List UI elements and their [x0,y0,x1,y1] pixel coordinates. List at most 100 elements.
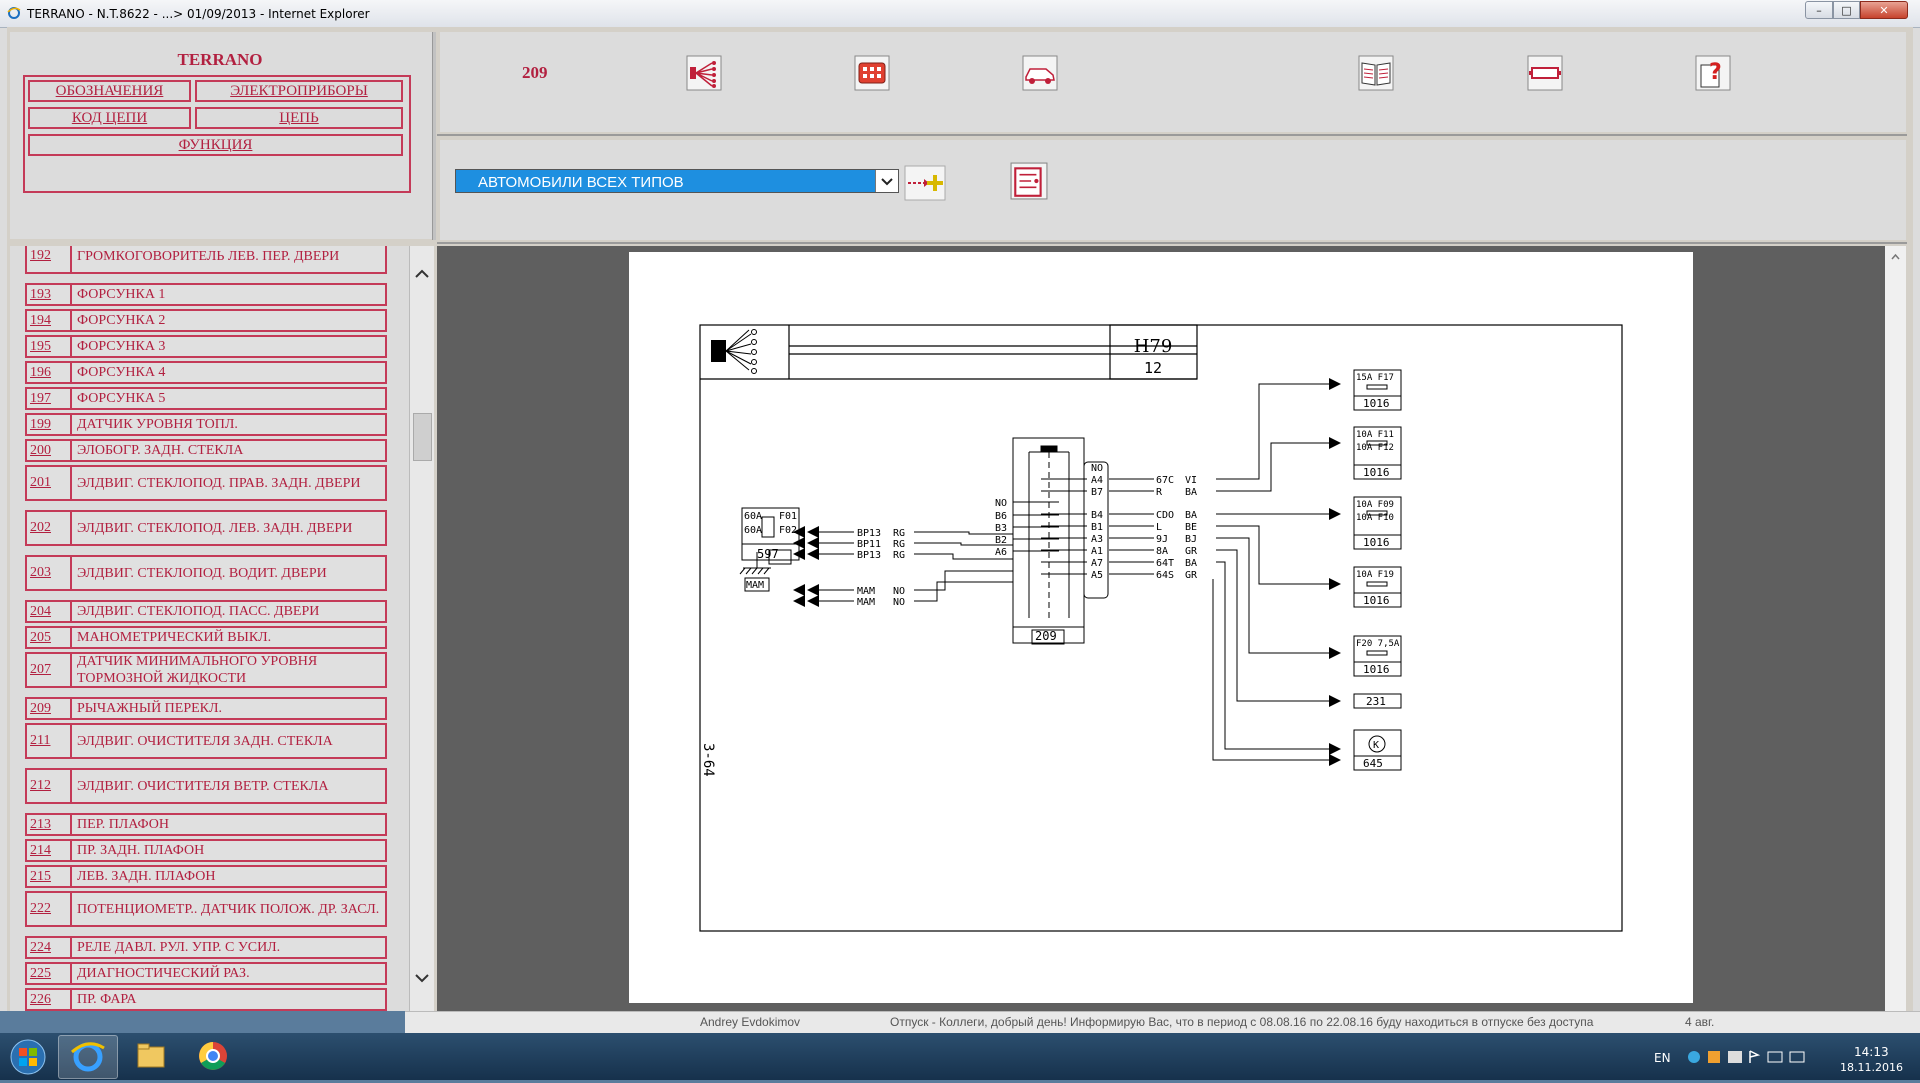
nav-devices-link[interactable]: ЭЛЕКТРОПРИБОРЫ [195,80,403,102]
arrow-add-icon[interactable] [904,165,946,201]
list-item-number[interactable]: 204 [27,602,72,621]
list-item-number[interactable]: 197 [27,389,72,408]
list-item[interactable]: 196 ФОРСУНКА 4 [25,361,387,384]
list-item-number[interactable]: 224 [27,938,72,957]
list-item[interactable]: 209 РЫЧАЖНЫЙ ПЕРЕКЛ. [25,697,387,720]
scroll-thumb[interactable] [413,413,432,461]
list-item[interactable]: 204 ЭЛДВИГ. СТЕКЛОПОД. ПАСС. ДВЕРИ [25,600,387,623]
fuse-rating: 60A [744,525,762,536]
clock-time[interactable]: 14:13 [1854,1045,1889,1059]
list-item[interactable]: 194 ФОРСУНКА 2 [25,309,387,332]
list-item[interactable]: 226 ПР. ФАРА [25,988,387,1011]
list-item-number[interactable]: 211 [27,725,72,757]
arrow-icon [1329,508,1341,520]
chevron-down-icon[interactable] [875,170,898,192]
fuse-id: F02 [779,525,797,536]
list-item[interactable]: 211 ЭЛДВИГ. ОЧИСТИТЕЛЯ ЗАДН. СТЕКЛА [25,723,387,759]
list-item[interactable]: 193 ФОРСУНКА 1 [25,283,387,306]
wiring-diagram: H79 12 60A 60A F01 F02 597 MAM BP13 RGBP… [699,324,1623,932]
list-item-number[interactable]: 202 [27,512,72,544]
list-item-number[interactable]: 195 [27,337,72,356]
list-item[interactable]: 202 ЭЛДВИГ. СТЕКЛОПОД. ЛЕВ. ЗАДН. ДВЕРИ [25,510,387,546]
vehicle-icon[interactable] [1022,55,1058,91]
list-scrollbar[interactable] [409,246,434,1011]
list-item[interactable]: 224 РЕЛЕ ДАВЛ. РУЛ. УПР. С УСИЛ. [25,936,387,959]
wire-code: 64S [1156,570,1174,581]
wire [1109,573,1329,761]
clock-date[interactable]: 18.11.2016 [1840,1061,1903,1074]
list-item[interactable]: 207 ДАТЧИК МИНИМАЛЬНОГО УРОВНЯ ТОРМОЗНОЙ … [25,652,387,688]
list-item-number[interactable]: 225 [27,964,72,983]
help-icon[interactable]: ? [1695,55,1731,91]
component-code: 597 [757,547,779,561]
taskbar-explorer[interactable] [122,1035,180,1077]
list-item[interactable]: 212 ЭЛДВИГ. ОЧИСТИТЕЛЯ ВЕТР. СТЕКЛА [25,768,387,804]
list-item-number[interactable]: 200 [27,441,72,460]
list-item[interactable]: 225 ДИАГНОСТИЧЕСКИЙ РАЗ. [25,962,387,985]
list-item-number[interactable]: 212 [27,770,72,802]
ground-label: MAM [746,580,764,591]
minimize-button[interactable]: – [1805,1,1833,19]
list-item-number[interactable]: 215 [27,867,72,886]
arrow-icon [807,584,819,596]
list-item[interactable]: 215 ЛЕВ. ЗАДН. ПЛАФОН [25,865,387,888]
pin-label: NO [1091,463,1103,474]
scroll-up-icon[interactable] [1885,250,1906,264]
list-item[interactable]: 205 МАНОМЕТРИЧЕСКИЙ ВЫКЛ. [25,626,387,649]
list-item[interactable]: 214 ПР. ЗАДН. ПЛАФОН [25,839,387,862]
list-item-number[interactable]: 226 [27,990,72,1009]
list-item-label: ФОРСУНКА 3 [77,339,166,354]
maximize-button[interactable]: □ [1833,1,1860,19]
list-item-label: ФОРСУНКА 2 [77,313,166,328]
wire-code: 9J [1156,534,1168,545]
scroll-down-icon[interactable] [410,968,434,988]
wire-color: GR [1185,546,1198,557]
list-item-number[interactable]: 209 [27,699,72,718]
nav-function-link[interactable]: ФУНКЦИЯ [28,134,403,156]
list-item[interactable]: 192 ГРОМКОГОВОРИТЕЛЬ ЛЕВ. ПЕР. ДВЕРИ [25,246,387,274]
list-item-number[interactable]: 199 [27,415,72,434]
list-item-label: ГРОМКОГОВОРИТЕЛЬ ЛЕВ. ПЕР. ДВЕРИ [77,248,340,264]
list-item-number[interactable]: 214 [27,841,72,860]
mail-sender: Andrey Evdokimov [700,1015,801,1029]
tray-icons[interactable] [1686,1047,1816,1067]
nav-circuit-link[interactable]: ЦЕПЬ [195,107,403,129]
list-item-number[interactable]: 192 [27,246,72,272]
taskbar-chrome[interactable] [184,1035,242,1077]
list-item-number[interactable]: 193 [27,285,72,304]
list-item[interactable]: 200 ЭЛОБОГР. ЗАДН. СТЕКЛА [25,439,387,462]
wire [1109,549,1329,702]
list-item[interactable]: 213 ПЕР. ПЛАФОН [25,813,387,836]
scroll-up-icon[interactable] [410,264,434,284]
viewer-scrollbar[interactable] [1885,246,1906,1011]
list-item-number[interactable]: 207 [27,654,72,686]
wiring-harness-icon[interactable] [686,55,722,91]
nav-circuit-code-link[interactable]: КОД ЦЕПИ [28,107,191,129]
fuse-icon[interactable] [1527,55,1563,91]
book-icon[interactable] [1358,55,1394,91]
list-item[interactable]: 197 ФОРСУНКА 5 [25,387,387,410]
background-mail-strip: Andrey Evdokimov Отпуск - Коллеги, добры… [405,1011,1920,1034]
list-item-number[interactable]: 205 [27,628,72,647]
list-item-label: ПЕР. ПЛАФОН [77,817,169,832]
start-button[interactable] [8,1039,48,1075]
list-item-number[interactable]: 213 [27,815,72,834]
connector-icon[interactable] [854,55,890,91]
list-item-number[interactable]: 196 [27,363,72,382]
list-item-number[interactable]: 194 [27,311,72,330]
list-item[interactable]: 203 ЭЛДВИГ. СТЕКЛОПОД. ВОДИТ. ДВЕРИ [25,555,387,591]
circuit-diagram-icon[interactable] [1010,162,1048,200]
close-button[interactable]: ✕ [1860,1,1908,19]
taskbar-ie[interactable] [58,1035,118,1079]
divider [437,134,1907,136]
language-indicator[interactable]: EN [1654,1051,1671,1065]
list-item[interactable]: 222 ПОТЕНЦИОМЕТР.. ДАТЧИК ПОЛОЖ. ДР. ЗАСЛ… [25,891,387,927]
vehicle-type-select[interactable]: АВТОМОБИЛИ ВСЕХ ТИПОВ [455,169,899,193]
list-item[interactable]: 201 ЭЛДВИГ. СТЕКЛОПОД. ПРАВ. ЗАДН. ДВЕРИ [25,465,387,501]
list-item[interactable]: 199 ДАТЧИК УРОВНЯ ТОПЛ. [25,413,387,436]
list-item-number[interactable]: 222 [27,893,72,925]
nav-designations-link[interactable]: ОБОЗНАЧЕНИЯ [28,80,191,102]
list-item-number[interactable]: 203 [27,557,72,589]
list-item[interactable]: 195 ФОРСУНКА 3 [25,335,387,358]
list-item-number[interactable]: 201 [27,467,72,499]
